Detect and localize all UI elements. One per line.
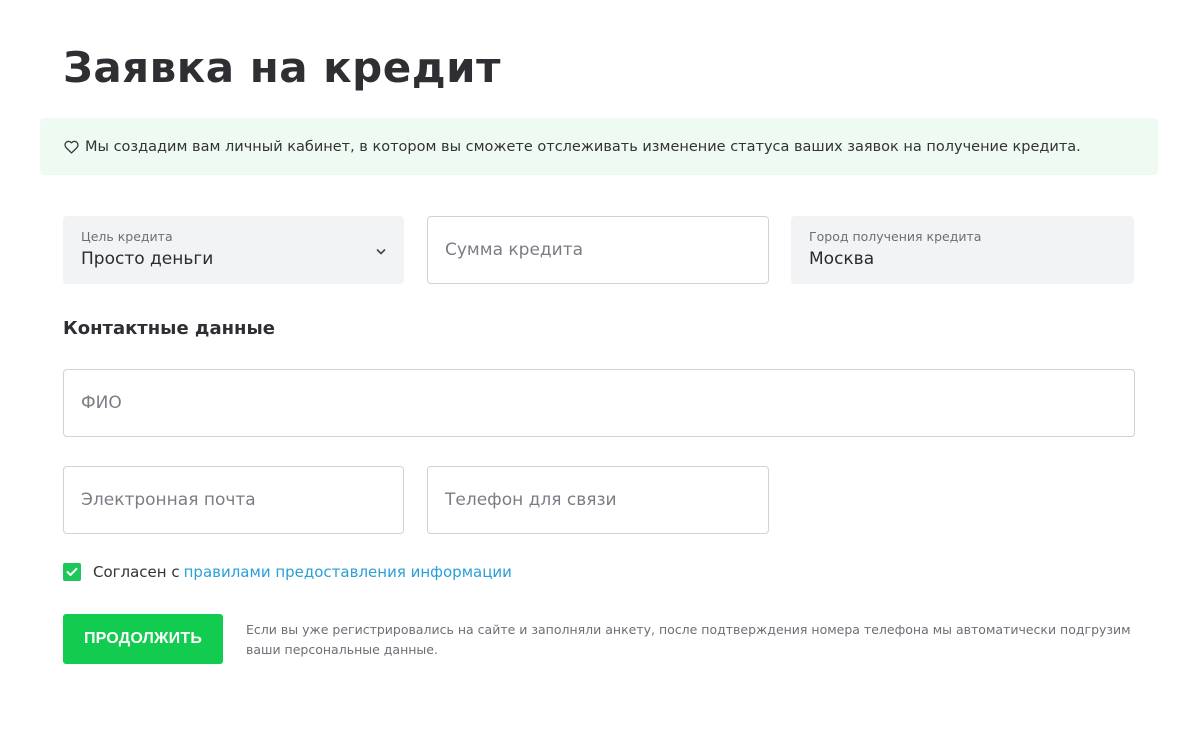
agreement-text: Согласен с [93, 563, 180, 581]
fio-input[interactable]: ФИО [63, 369, 1135, 437]
city-value: Москва [809, 249, 875, 269]
email-placeholder: Электронная почта [81, 490, 256, 510]
notice-text: Мы создадим вам личный кабинет, в которо… [85, 138, 1081, 155]
credit-application-page: Заявка на кредит Мы создадим вам личный … [0, 0, 1200, 737]
city-field[interactable]: Город получения кредита Москва [791, 216, 1134, 284]
autofill-hint: Если вы уже регистрировались на сайте и … [246, 622, 1131, 657]
page-title: Заявка на кредит [63, 43, 501, 92]
phone-input[interactable]: Телефон для связи [427, 466, 769, 534]
agreement-checkbox[interactable] [63, 563, 81, 581]
city-label: Город получения кредита [809, 229, 982, 244]
fio-placeholder: ФИО [81, 393, 122, 413]
contacts-section-title: Контактные данные [63, 318, 275, 339]
loan-amount-placeholder: Сумма кредита [445, 240, 584, 260]
loan-amount-input[interactable]: Сумма кредита [427, 216, 769, 284]
heart-icon [64, 140, 79, 154]
continue-button[interactable]: ПРОДОЛЖИТЬ [63, 614, 223, 664]
loan-purpose-label: Цель кредита [81, 229, 173, 244]
loan-purpose-value: Просто деньги [81, 249, 214, 269]
info-notice: Мы создадим вам личный кабинет, в которо… [40, 118, 1158, 175]
loan-purpose-select[interactable]: Цель кредита Просто деньги [63, 216, 404, 284]
chevron-down-icon [375, 243, 387, 255]
agreement-row: Согласен с правилами предоставления инфо… [63, 563, 512, 581]
email-input[interactable]: Электронная почта [63, 466, 404, 534]
phone-placeholder: Телефон для связи [445, 490, 617, 510]
agreement-rules-link[interactable]: правилами предоставления информации [184, 563, 512, 581]
checkmark-icon [66, 567, 78, 576]
